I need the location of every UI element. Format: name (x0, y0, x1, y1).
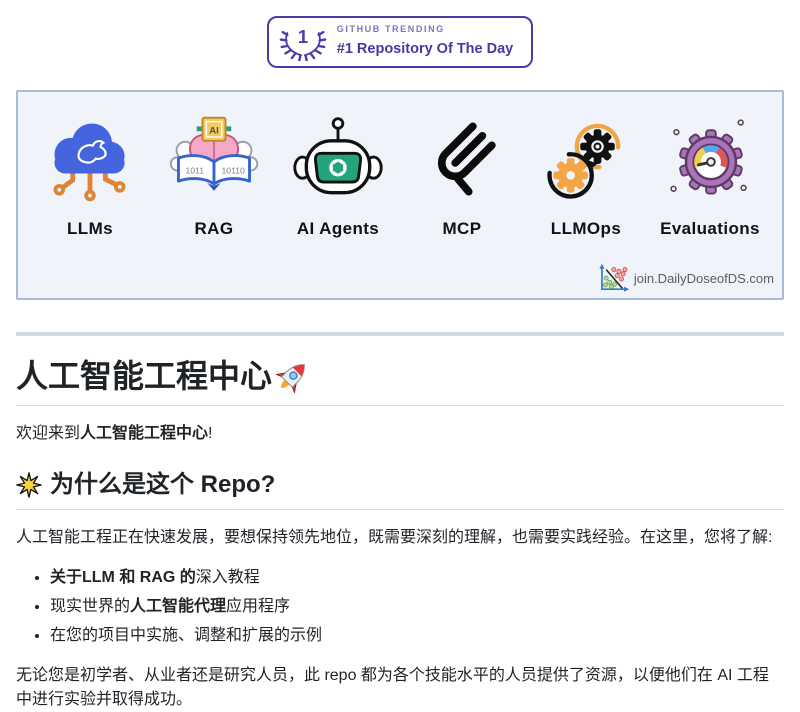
github-trending-badge[interactable]: 1 GITHUB TRENDING #1 Repository Of The D… (267, 16, 533, 68)
banner-label-evaluations: Evaluations (660, 216, 760, 242)
bullet-bold: 人工智能代理 (130, 598, 226, 615)
banner-label-rag: RAG (195, 216, 234, 242)
robot-screen (315, 153, 360, 182)
cloud-whale-circuit-icon (42, 112, 138, 208)
section-title-text: 为什么是这个 Repo? (50, 470, 275, 500)
banner-item-llmops: LLMOps (524, 112, 648, 242)
banner-item-mcp: MCP (400, 112, 524, 242)
banner-label-ai-agents: AI Agents (297, 216, 379, 242)
banner-item-rag: AI 1011 10110 RAG (152, 112, 276, 242)
divider (16, 332, 784, 336)
readme-page: 1 GITHUB TRENDING #1 Repository Of The D… (0, 0, 800, 712)
watermark: join.DailyDoseofDS.com (596, 263, 774, 295)
mcp-logo-icon (414, 112, 510, 208)
bullet-bold: 关于LLM 和 RAG 的 (50, 569, 196, 586)
banner-icons-row: LLMs AI 1 (18, 92, 782, 242)
welcome-pre: 欢迎来到 (16, 425, 80, 442)
page-title: 人工智能工程中心 (16, 356, 784, 406)
welcome-paragraph: 欢迎来到人工智能工程中心! (16, 422, 784, 446)
badge-title: #1 Repository Of The Day (337, 39, 513, 61)
binary-left-text: 1011 (186, 165, 205, 175)
page-title-text: 人工智能工程中心 (16, 356, 272, 396)
badge-rank: 1 (298, 26, 308, 47)
intro-paragraph: 人工智能工程正在快速发展，要想保持领先地位，既需要深刻的理解，也需要实践经验。在… (16, 526, 784, 550)
bullet-pre: 在您的项目中实施、调整和扩展的示例 (50, 627, 322, 644)
banner-label-llms: LLMs (67, 216, 113, 242)
badge-row: 1 GITHUB TRENDING #1 Repository Of The D… (16, 0, 784, 68)
bullet-pre: 现实世界的 (50, 598, 130, 615)
robot-openai-icon (290, 112, 386, 208)
hero-banner-image: LLMs AI 1 (16, 90, 784, 300)
banner-label-llmops: LLMOps (551, 216, 621, 242)
list-item: 关于LLM 和 RAG 的深入教程 (50, 566, 784, 590)
badge-eyebrow: GITHUB TRENDING (337, 23, 513, 37)
watermark-text: join.DailyDoseofDS.com (634, 269, 774, 289)
scatter-plot-icon (596, 263, 630, 295)
laurel-rank-icon: 1 (279, 22, 327, 62)
badge-text: GITHUB TRENDING #1 Repository Of The Day (337, 23, 513, 60)
banner-item-evaluations: Evaluations (648, 112, 772, 242)
ai-chip-text: AI (209, 126, 219, 137)
banner-item-llms: LLMs (28, 112, 152, 242)
bullet-post: 应用程序 (226, 598, 290, 615)
bullet-post: 深入教程 (196, 569, 260, 586)
section-title-why-this-repo: 为什么是这个 Repo? (16, 470, 784, 510)
binary-right-text: 10110 (222, 165, 246, 175)
orange-gear-glyph (553, 158, 588, 193)
feature-list: 关于LLM 和 RAG 的深入教程 现实世界的人工智能代理应用程序 在您的项目中… (16, 566, 784, 648)
book-brain-ai-chip-icon: AI 1011 10110 (166, 112, 262, 208)
banner-label-mcp: MCP (443, 216, 482, 242)
outro-paragraph: 无论您是初学者、从业者还是研究人员，此 repo 都为各个技能水平的人员提供了资… (16, 664, 784, 712)
welcome-bold: 人工智能工程中心 (80, 425, 208, 442)
gears-cycle-icon (538, 112, 634, 208)
list-item: 在您的项目中实施、调整和扩展的示例 (50, 624, 784, 648)
banner-item-ai-agents: AI Agents (276, 112, 400, 242)
list-item: 现实世界的人工智能代理应用程序 (50, 595, 784, 619)
glowing-star-icon (16, 472, 42, 498)
gear-gauge-icon (662, 112, 758, 208)
rocket-icon (276, 359, 310, 393)
welcome-post: ! (208, 425, 212, 442)
